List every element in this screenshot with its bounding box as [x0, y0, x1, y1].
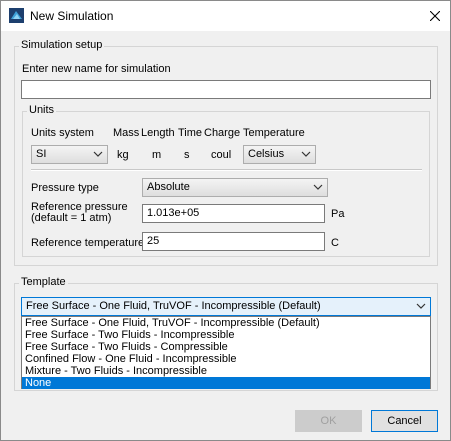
reference-pressure-input[interactable]: 1.013e+05 [142, 204, 325, 223]
close-button[interactable] [420, 1, 450, 31]
temperature-header: Temperature [243, 127, 305, 139]
pressure-type-value: Absolute [147, 181, 190, 193]
simulation-name-input[interactable] [21, 80, 431, 99]
chevron-down-icon [93, 151, 103, 157]
template-option[interactable]: Free Surface - One Fluid, TruVOF - Incom… [22, 317, 430, 329]
reference-temperature-unit: C [331, 237, 339, 249]
length-unit: m [152, 149, 162, 161]
new-simulation-dialog: New Simulation Simulation setup Enter ne… [0, 0, 451, 441]
reference-pressure-label-line2: (default = 1 atm) [31, 212, 112, 224]
units-separator [31, 169, 422, 171]
title-bar: New Simulation [1, 1, 450, 31]
simulation-name-label: Enter new name for simulation [22, 63, 171, 75]
ok-button[interactable]: OK [295, 410, 362, 432]
template-dropdown-list: Free Surface - One Fluid, TruVOF - Incom… [21, 316, 431, 389]
length-header: Length [141, 127, 175, 139]
window-title: New Simulation [30, 9, 114, 23]
units-system-select[interactable]: SI [31, 145, 108, 164]
template-option-highlighted[interactable]: None [22, 377, 430, 389]
charge-header: Charge [204, 127, 241, 139]
mass-header: Mass [113, 127, 140, 139]
template-option[interactable]: Free Surface - Two Fluids - Compressible [22, 341, 430, 353]
reference-temperature-label: Reference temperature [31, 237, 145, 249]
units-system-header: Units system [31, 127, 94, 139]
time-unit: s [184, 149, 190, 161]
template-option[interactable]: Mixture - Two Fluids - Incompressible [22, 365, 430, 377]
chevron-down-icon [313, 184, 323, 190]
simulation-setup-legend: Simulation setup [19, 39, 105, 51]
cancel-button[interactable]: Cancel [371, 410, 438, 432]
template-select[interactable]: Free Surface - One Fluid, TruVOF - Incom… [21, 297, 431, 316]
template-selected-value: Free Surface - One Fluid, TruVOF - Incom… [26, 300, 321, 312]
units-system-value: SI [36, 148, 47, 160]
units-legend: Units [27, 104, 57, 116]
charge-unit: coul [211, 149, 232, 161]
template-option[interactable]: Free Surface - Two Fluids - Incompressib… [22, 329, 430, 341]
reference-pressure-unit: Pa [331, 208, 345, 220]
close-icon [430, 11, 440, 21]
chevron-down-icon [416, 303, 426, 309]
template-option[interactable]: Confined Flow - One Fluid - Incompressib… [22, 353, 430, 365]
template-legend: Template [19, 276, 68, 288]
pressure-type-select[interactable]: Absolute [142, 178, 328, 197]
temperature-unit-select[interactable]: Celsius [243, 145, 316, 164]
mass-unit: kg [117, 149, 129, 161]
temperature-unit-value: Celsius [248, 148, 285, 160]
reference-temperature-input[interactable]: 25 [142, 232, 325, 251]
app-icon [9, 8, 24, 23]
reference-pressure-label: Reference pressure (default = 1 atm) [31, 202, 128, 224]
pressure-type-label: Pressure type [31, 182, 99, 194]
time-header: Time [178, 127, 203, 139]
chevron-down-icon [301, 151, 311, 157]
